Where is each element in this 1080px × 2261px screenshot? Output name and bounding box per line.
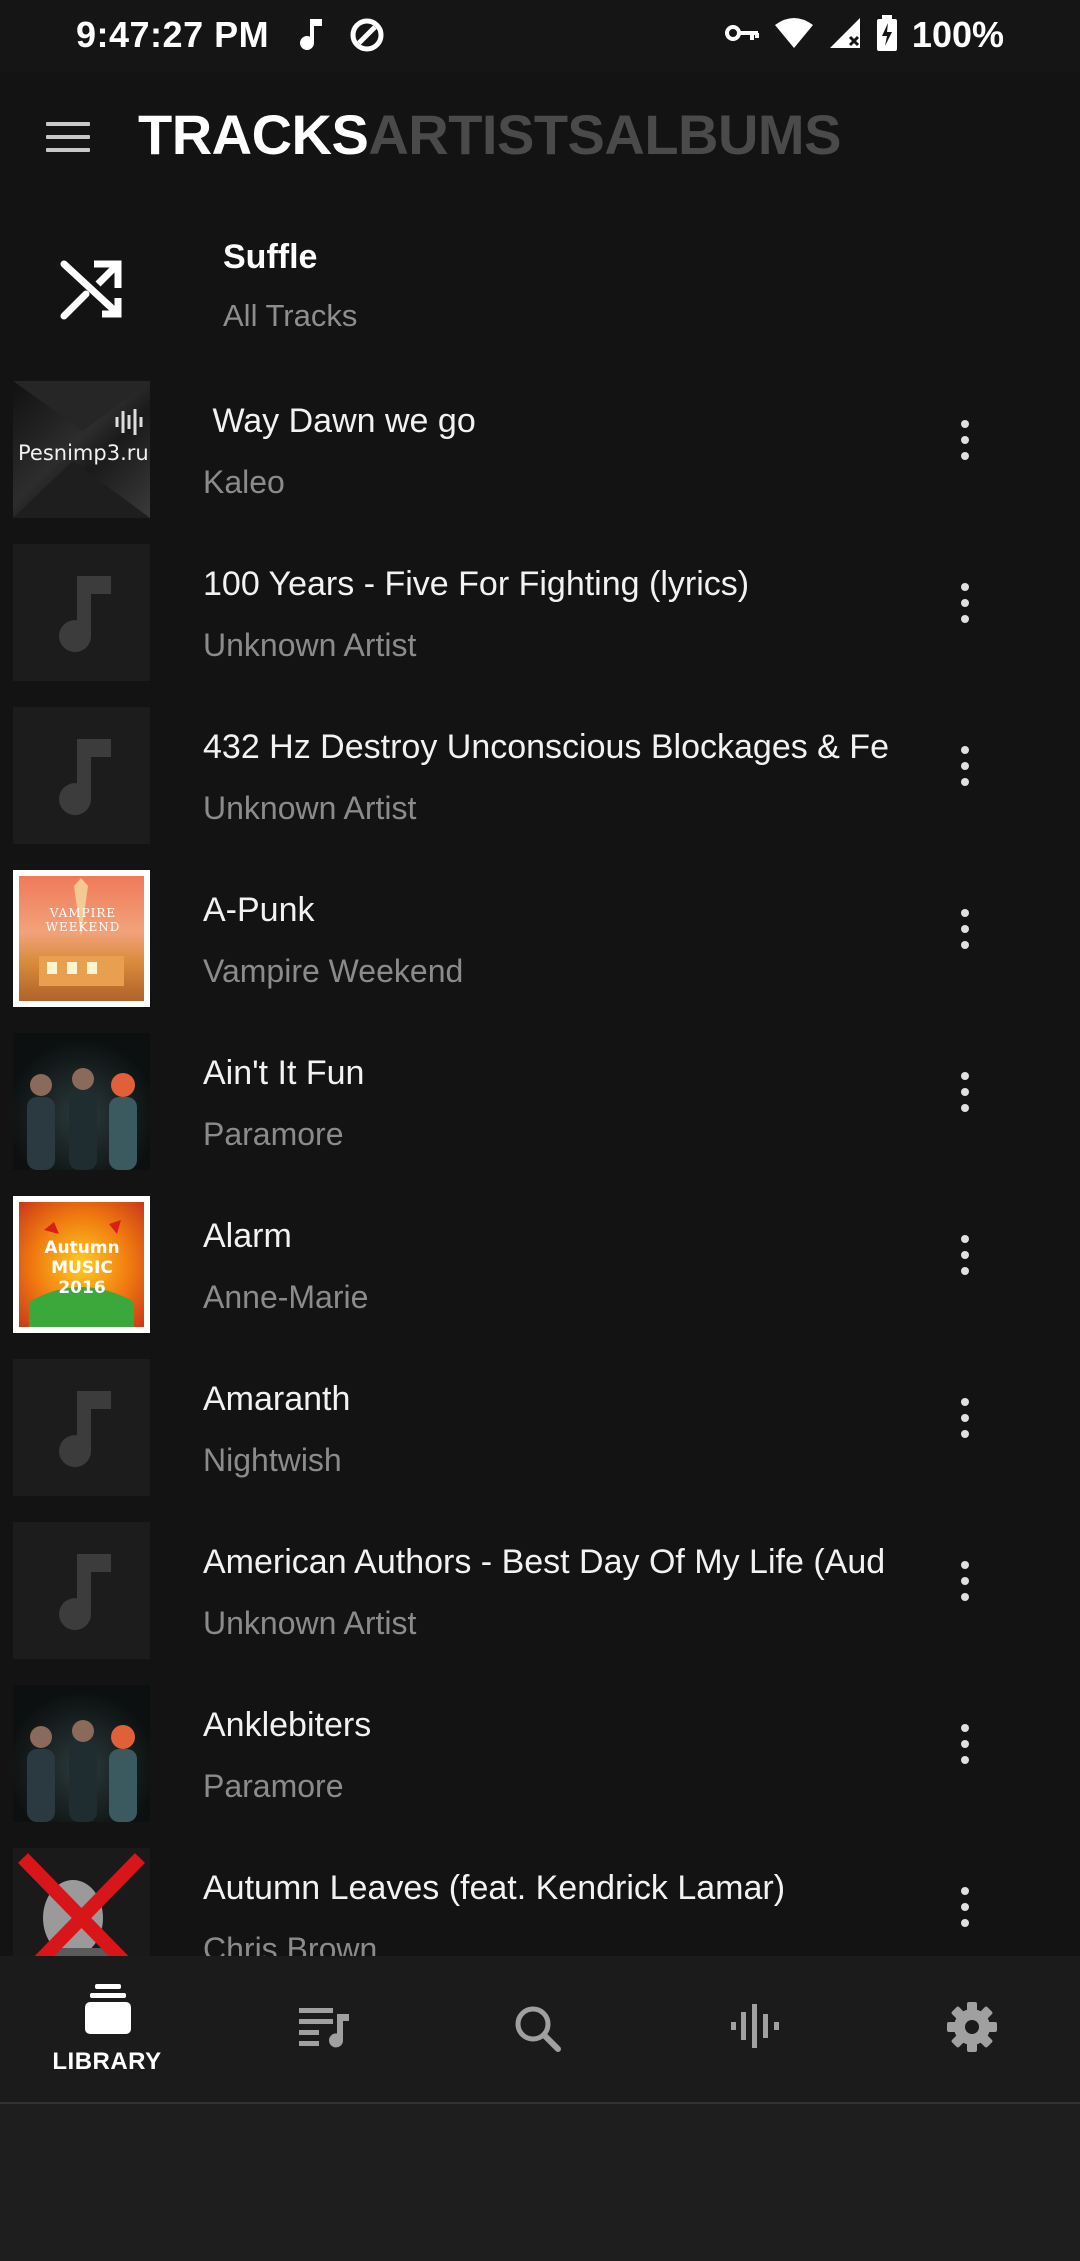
music-app: 9:47:27 PM 100% TRACKS ARTISTS ALBUMS Su… bbox=[0, 0, 1080, 2104]
shuffle-subtitle: All Tracks bbox=[223, 298, 358, 333]
more-options-icon[interactable] bbox=[950, 1887, 980, 1947]
music-note-icon bbox=[59, 1391, 111, 1468]
nav-equalizer[interactable] bbox=[653, 1956, 853, 2102]
album-art-placeholder bbox=[13, 707, 150, 844]
track-list[interactable]: Pesnimp3.ru Way Dawn we go Kaleo 100 Yea… bbox=[0, 380, 1080, 1956]
album-art-vampire-weekend: VAMPIRE WEEKEND bbox=[13, 870, 150, 1007]
more-options-icon[interactable] bbox=[950, 1561, 980, 1621]
track-artist: Nightwish bbox=[203, 1442, 342, 1478]
track-title: 432 Hz Destroy Unconscious Blockages & F… bbox=[203, 728, 889, 766]
track-artist: Chris Brown bbox=[203, 1931, 378, 1956]
track-title: American Authors - Best Day Of My Life (… bbox=[203, 1543, 886, 1581]
track-title: Ain't It Fun bbox=[203, 1054, 365, 1092]
signal-icon bbox=[828, 17, 862, 54]
track-row[interactable]: Pesnimp3.ru Way Dawn we go Kaleo bbox=[0, 380, 1080, 543]
more-options-icon[interactable] bbox=[950, 1398, 980, 1458]
tab-bar: TRACKS ARTISTS ALBUMS bbox=[138, 102, 841, 167]
more-options-icon[interactable] bbox=[950, 1235, 980, 1295]
track-row[interactable]: Anklebiters Paramore bbox=[0, 1684, 1080, 1847]
track-title: A-Punk bbox=[203, 891, 315, 929]
track-title: 100 Years - Five For Fighting (lyrics) bbox=[203, 565, 750, 603]
status-bar: 9:47:27 PM 100% bbox=[0, 0, 1080, 72]
track-row[interactable]: American Authors - Best Day Of My Life (… bbox=[0, 1521, 1080, 1684]
app-header: TRACKS ARTISTS ALBUMS bbox=[0, 72, 1080, 208]
shuffle-all-row[interactable]: Suffle All Tracks bbox=[0, 208, 1080, 368]
nav-search[interactable] bbox=[437, 1956, 637, 2102]
more-options-icon[interactable] bbox=[950, 583, 980, 643]
track-artist: Unknown Artist bbox=[203, 627, 417, 663]
status-right-icons: 100% bbox=[724, 14, 1004, 56]
track-row[interactable]: Autumn Leaves (feat. Kendrick Lamar) Chr… bbox=[0, 1847, 1080, 1956]
tab-albums[interactable]: ALBUMS bbox=[604, 102, 841, 167]
album-art-placeholder bbox=[13, 544, 150, 681]
album-art-autumn-music: Autumn MUSIC 2016 bbox=[13, 1196, 150, 1333]
shuffle-icon bbox=[58, 254, 126, 322]
more-options-icon[interactable] bbox=[950, 1724, 980, 1784]
settings-icon bbox=[947, 2002, 997, 2057]
track-title: Anklebiters bbox=[203, 1706, 372, 1744]
music-note-icon bbox=[59, 576, 111, 653]
track-row[interactable]: VAMPIRE WEEKEND A-Punk Vampire Weekend bbox=[0, 869, 1080, 1032]
track-row[interactable]: 432 Hz Destroy Unconscious Blockages & F… bbox=[0, 706, 1080, 869]
track-row[interactable]: Ain't It Fun Paramore bbox=[0, 1032, 1080, 1195]
album-art-paramore bbox=[13, 1685, 150, 1822]
more-options-icon[interactable] bbox=[950, 420, 980, 480]
track-artist: Vampire Weekend bbox=[203, 953, 464, 989]
album-art-text: Pesnimp3.ru bbox=[18, 441, 149, 465]
bottom-navigation: LIBRARY bbox=[0, 1956, 1080, 2102]
track-artist: Anne-Marie bbox=[203, 1279, 369, 1315]
album-art-text: VAMPIRE WEEKEND bbox=[45, 906, 121, 934]
music-note-icon bbox=[296, 17, 326, 58]
music-note-icon bbox=[59, 739, 111, 816]
track-row[interactable]: Autumn MUSIC 2016 Alarm Anne-Marie bbox=[0, 1195, 1080, 1358]
wifi-icon bbox=[774, 17, 814, 54]
track-title: Way Dawn we go bbox=[203, 402, 476, 440]
nav-label-library: LIBRARY bbox=[52, 2048, 162, 2075]
track-row[interactable]: 100 Years - Five For Fighting (lyrics) U… bbox=[0, 543, 1080, 706]
album-art-chris-brown bbox=[13, 1848, 150, 1956]
more-options-icon[interactable] bbox=[950, 909, 980, 969]
track-row[interactable]: Amaranth Nightwish bbox=[0, 1358, 1080, 1521]
playlist-icon bbox=[299, 2006, 349, 2055]
album-art-pesnimp3: Pesnimp3.ru bbox=[13, 381, 150, 518]
track-title: Alarm bbox=[203, 1217, 292, 1255]
nav-playlists[interactable] bbox=[223, 1956, 423, 2102]
shuffle-title: Suffle bbox=[223, 238, 318, 276]
battery-percent: 100% bbox=[911, 14, 1004, 55]
album-art-placeholder bbox=[13, 1522, 150, 1659]
status-time: 9:47:27 PM bbox=[76, 14, 270, 55]
album-art-text: Autumn MUSIC 2016 bbox=[44, 1238, 120, 1298]
more-options-icon[interactable] bbox=[950, 746, 980, 806]
hamburger-menu-icon[interactable] bbox=[46, 122, 90, 158]
tab-tracks[interactable]: TRACKS bbox=[138, 102, 369, 167]
album-art-paramore bbox=[13, 1033, 150, 1170]
music-note-icon bbox=[59, 1554, 111, 1631]
track-artist: Paramore bbox=[203, 1768, 344, 1804]
track-title: Amaranth bbox=[203, 1380, 351, 1418]
album-art-placeholder bbox=[13, 1359, 150, 1496]
nav-library[interactable]: LIBRARY bbox=[7, 1956, 207, 2102]
track-artist: Unknown Artist bbox=[203, 790, 417, 826]
library-icon bbox=[85, 1984, 131, 2039]
equalizer-icon bbox=[731, 2004, 779, 2053]
battery-charging-icon bbox=[876, 14, 898, 56]
vpn-key-icon bbox=[724, 21, 760, 50]
status-left-icons bbox=[296, 16, 386, 59]
nav-divider bbox=[0, 2102, 1080, 2104]
search-icon bbox=[513, 2004, 561, 2057]
track-artist: Kaleo bbox=[203, 464, 285, 500]
track-artist: Paramore bbox=[203, 1116, 344, 1152]
nav-settings[interactable] bbox=[871, 1956, 1071, 2102]
more-options-icon[interactable] bbox=[950, 1072, 980, 1132]
data-saver-icon bbox=[348, 16, 386, 59]
tab-artists[interactable]: ARTISTS bbox=[368, 102, 605, 167]
track-artist: Unknown Artist bbox=[203, 1605, 417, 1641]
track-title: Autumn Leaves (feat. Kendrick Lamar) bbox=[203, 1869, 786, 1907]
